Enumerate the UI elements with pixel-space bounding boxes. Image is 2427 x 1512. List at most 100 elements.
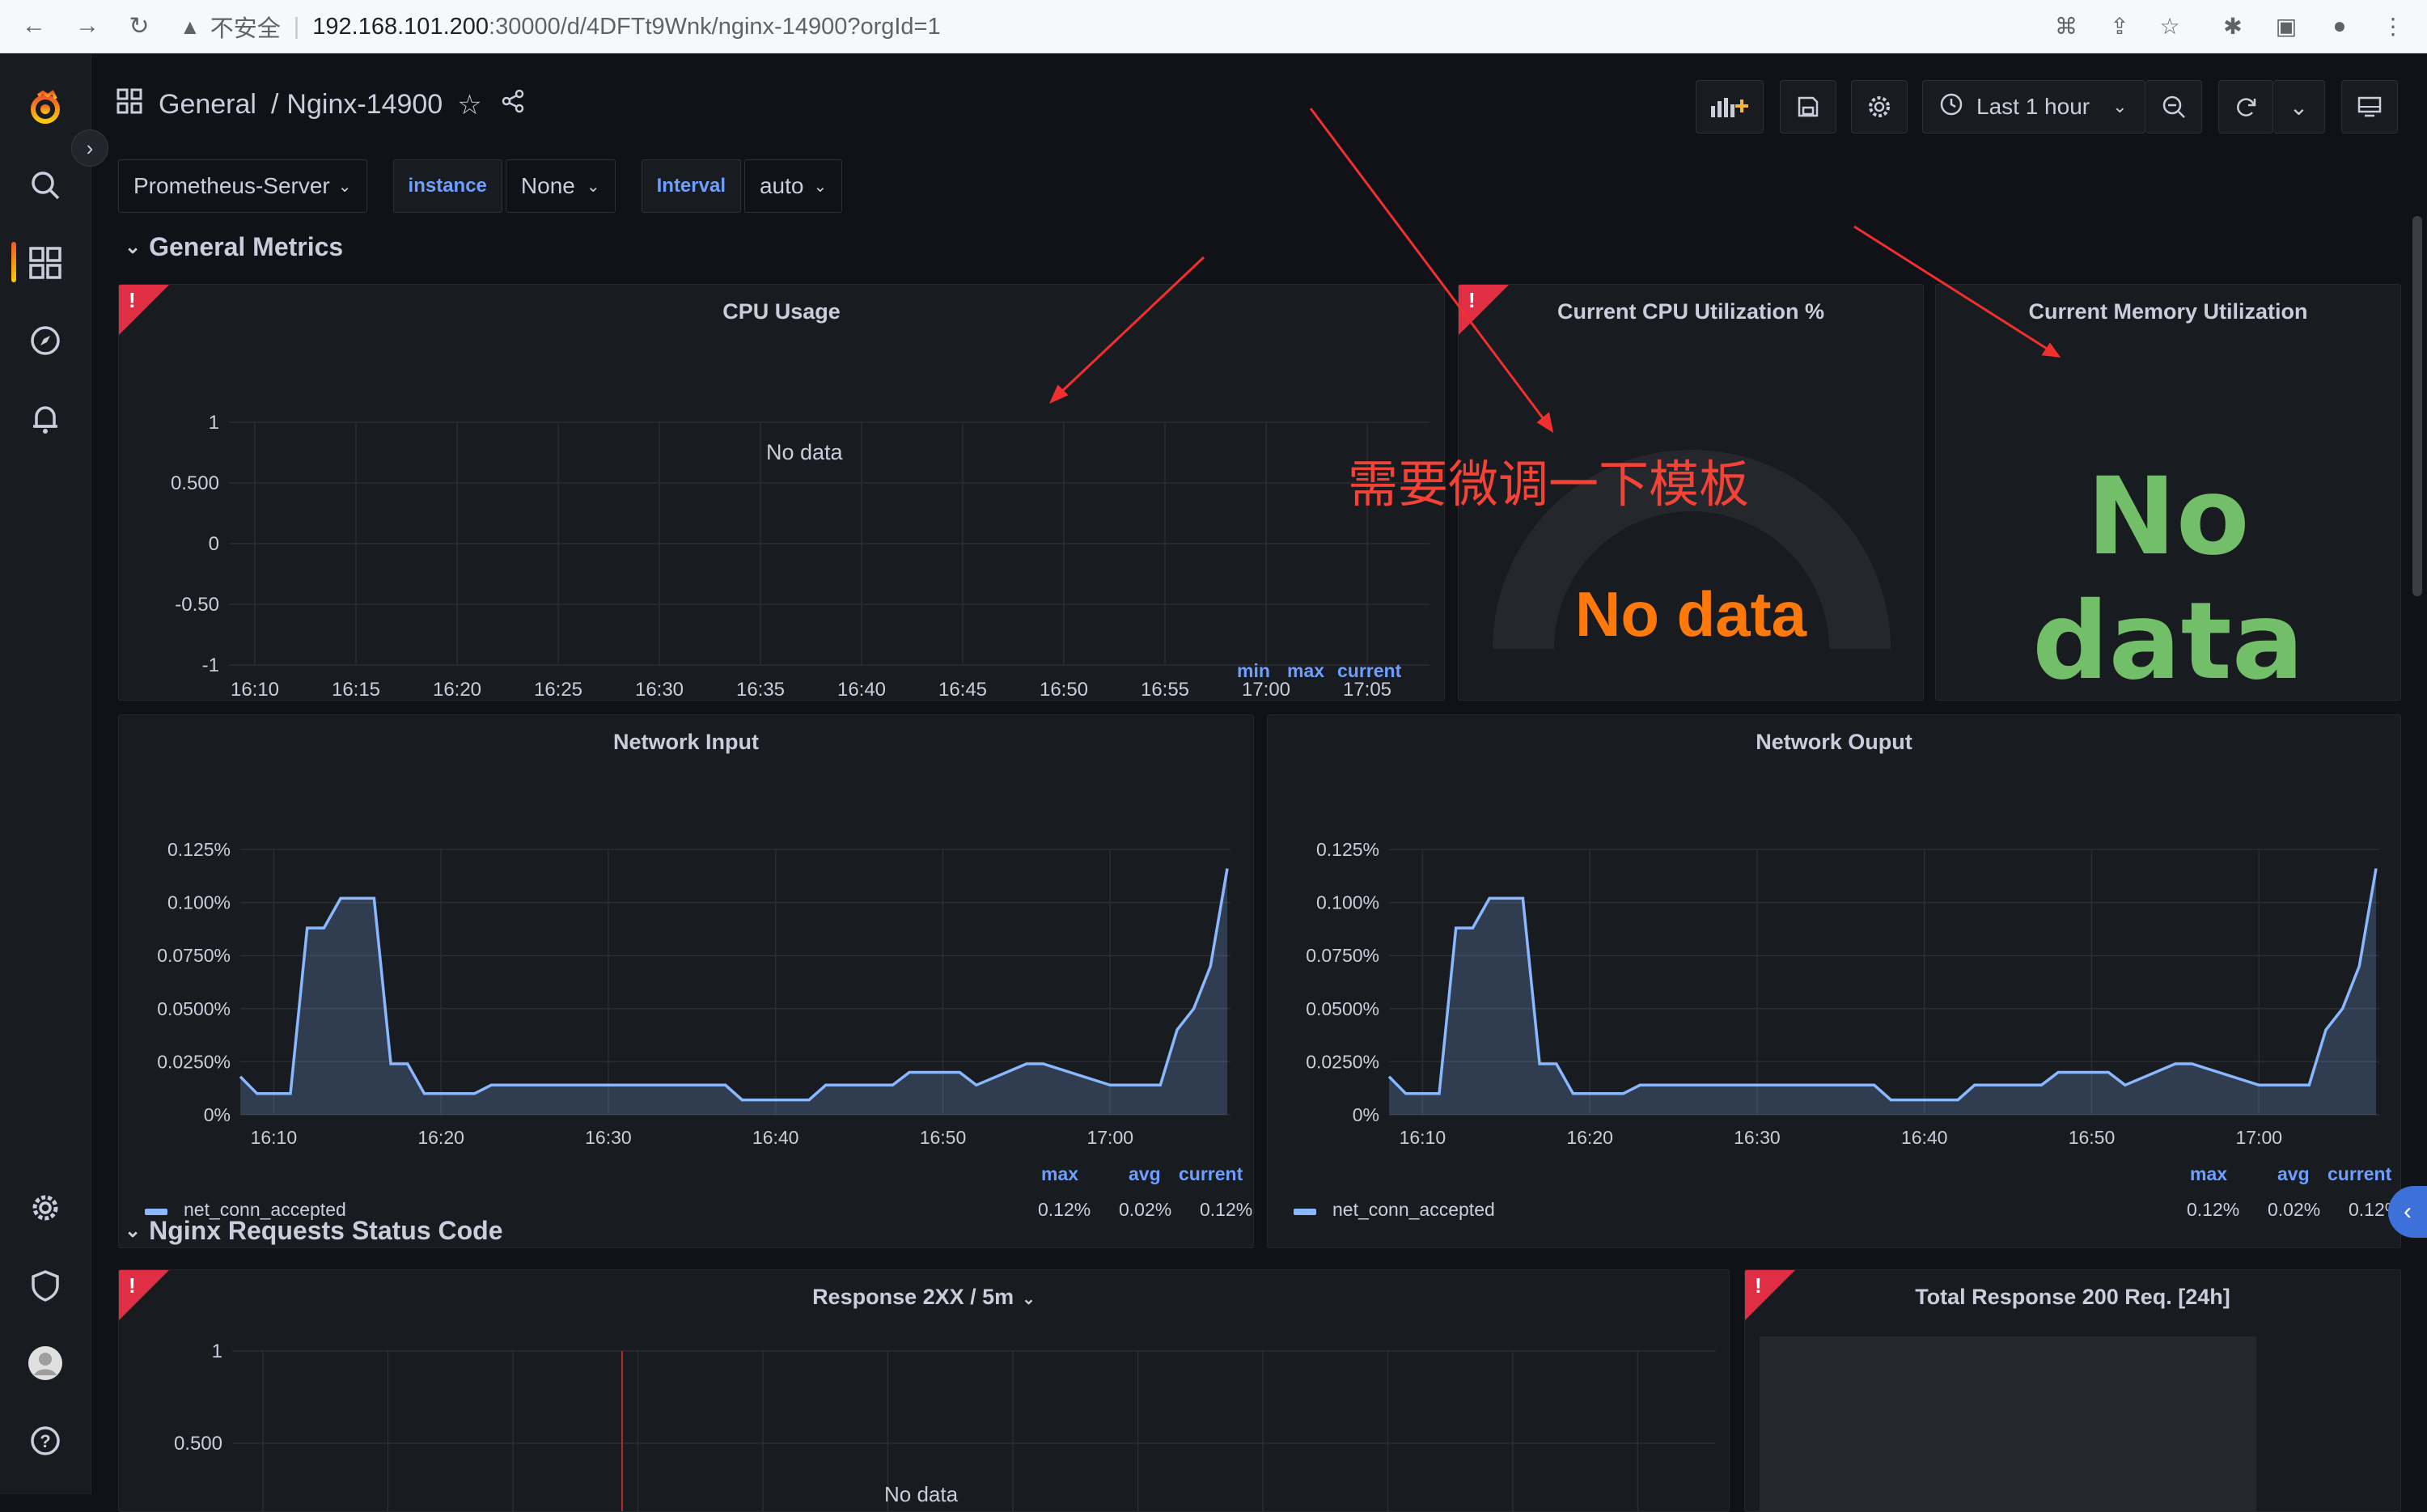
no-data-label: No data bbox=[884, 1482, 959, 1506]
panel-total-response-200[interactable]: ! Total Response 200 Req. [24h] bbox=[1744, 1269, 2401, 1512]
panel-network-output[interactable]: Network Ouput 0.125% 0.100% 0.0750% 0.0500%… bbox=[1267, 714, 2401, 1248]
translate-icon[interactable]: ⌘ bbox=[2047, 6, 2086, 45]
share-icon[interactable]: ⇪ bbox=[2100, 6, 2139, 45]
variables-bar: Prometheus-Server ⌄ instance None ⌄ Interv… bbox=[118, 159, 849, 213]
instance-select[interactable]: None ⌄ bbox=[505, 159, 616, 213]
interval-select[interactable]: auto ⌄ bbox=[743, 159, 843, 213]
y-tick-label: 0.500 bbox=[171, 472, 219, 494]
chevron-down-icon: ⌄ bbox=[2112, 96, 2128, 116]
panel-response-2xx[interactable]: ! Response 2XX / 5m ⌄ 1 0.500 No data bbox=[118, 1269, 1730, 1512]
x-tick-label: 16:30 bbox=[635, 679, 684, 701]
series-area bbox=[240, 868, 1227, 1115]
x-tick-label: 16:40 bbox=[837, 679, 886, 701]
y-tick-label: 0.500 bbox=[174, 1433, 222, 1455]
row-general-metrics[interactable]: ⌄ General Metrics bbox=[125, 232, 343, 262]
legend-avg[interactable]: avg bbox=[2277, 1163, 2310, 1185]
legend-max[interactable]: max bbox=[1041, 1163, 1078, 1185]
share-dashboard-icon[interactable] bbox=[500, 88, 526, 121]
tv-mode-icon[interactable] bbox=[2341, 80, 2398, 133]
forward-icon[interactable]: → bbox=[70, 8, 105, 44]
dashboards-icon[interactable] bbox=[23, 240, 68, 286]
stat-no-data: No data bbox=[2032, 455, 2304, 701]
user-avatar-icon[interactable] bbox=[23, 1340, 68, 1386]
x-tick-label: 16:50 bbox=[2069, 1127, 2116, 1148]
y-tick-label: 0.0500% bbox=[1306, 998, 1379, 1019]
row-nginx-status[interactable]: ⌄ Nginx Requests Status Code bbox=[125, 1216, 503, 1246]
address-bar[interactable]: ▲ 不安全 | 192.168.101.200:30000/d/4DFTt9Wn… bbox=[180, 5, 2427, 49]
breadcrumb-folder[interactable]: General bbox=[159, 89, 256, 121]
x-tick-label: 16:55 bbox=[1141, 679, 1189, 701]
url-host: 192.168.101.200 bbox=[312, 13, 489, 40]
add-panel-icon[interactable] bbox=[1696, 80, 1764, 133]
profile-icon[interactable]: ● bbox=[2320, 6, 2359, 45]
sidepanel-icon[interactable]: ▣ bbox=[2267, 6, 2306, 45]
svg-text:?: ? bbox=[40, 1431, 50, 1451]
legend-current[interactable]: current bbox=[1337, 660, 1401, 682]
refresh-interval-chevron-icon[interactable]: ⌄ bbox=[2273, 80, 2325, 133]
legend-value: 0.12% bbox=[2187, 1199, 2240, 1220]
x-tick-label: 16:30 bbox=[1734, 1127, 1781, 1148]
y-tick-label: 0.125% bbox=[1316, 839, 1379, 860]
series-area bbox=[1389, 868, 2376, 1115]
x-tick-label: 17:00 bbox=[1086, 1127, 1133, 1148]
menu-dots-icon[interactable]: ⋮ bbox=[2374, 6, 2412, 45]
panel-title[interactable]: Current Memory Utilization bbox=[1936, 299, 2400, 324]
y-tick-label: 0.0250% bbox=[157, 1051, 231, 1072]
interval-label: Interval bbox=[641, 159, 741, 213]
cpu-usage-chart: 1 0.500 0 -0.50 -1 16:10 16:15 16:20 16:25 16:30 1… bbox=[171, 412, 1430, 701]
y-tick-label: 0% bbox=[1353, 1104, 1379, 1125]
breadcrumb-dashboard[interactable]: Nginx-14900 bbox=[286, 89, 443, 121]
series-color-swatch bbox=[1294, 1209, 1316, 1215]
legend-series-name[interactable]: net_conn_accepted bbox=[1332, 1199, 1495, 1221]
side-menu: ? bbox=[0, 54, 91, 1494]
back-icon[interactable]: ← bbox=[16, 8, 52, 44]
y-tick-label: 0.0500% bbox=[157, 998, 231, 1019]
y-tick-label: 0% bbox=[204, 1104, 231, 1125]
alerting-bell-icon[interactable] bbox=[23, 396, 68, 441]
legend-max[interactable]: max bbox=[1287, 660, 1324, 682]
search-icon[interactable] bbox=[23, 163, 68, 208]
no-data-label: No data bbox=[766, 440, 843, 464]
x-tick-label: 17:00 bbox=[1242, 679, 1290, 701]
legend-max[interactable]: max bbox=[2190, 1163, 2227, 1185]
x-tick-label: 16:10 bbox=[251, 1127, 298, 1148]
dashboard-settings-gear-icon[interactable] bbox=[1851, 80, 1908, 133]
legend-min[interactable]: min bbox=[1237, 660, 1270, 682]
legend-value: 0.02% bbox=[2268, 1199, 2321, 1220]
x-tick-label: 16:50 bbox=[1040, 679, 1088, 701]
grafana-logo-icon[interactable] bbox=[23, 85, 68, 130]
explore-compass-icon[interactable] bbox=[23, 318, 68, 363]
y-tick-label: 0.100% bbox=[167, 892, 231, 913]
legend-current[interactable]: current bbox=[1179, 1163, 1243, 1185]
instance-label: instance bbox=[392, 159, 502, 213]
legend-avg[interactable]: avg bbox=[1129, 1163, 1161, 1185]
reload-icon[interactable]: ↻ bbox=[121, 8, 157, 44]
warning-icon: ▲ bbox=[180, 14, 201, 39]
datasource-select[interactable]: Prometheus-Server ⌄ bbox=[118, 159, 367, 213]
shield-icon[interactable] bbox=[23, 1263, 68, 1308]
bookmark-star-icon[interactable]: ☆ bbox=[2150, 6, 2189, 45]
scrollbar-thumb[interactable] bbox=[2412, 216, 2422, 596]
help-icon[interactable]: ? bbox=[23, 1418, 68, 1463]
panel-title[interactable]: Total Response 200 Req. [24h] bbox=[1745, 1285, 2400, 1310]
chevron-down-icon: ⌄ bbox=[125, 236, 142, 258]
y-tick-label: 1 bbox=[212, 1340, 222, 1362]
legend-value: 0.12% bbox=[1038, 1199, 1091, 1220]
x-tick-label: 17:00 bbox=[2235, 1127, 2282, 1148]
legend-current[interactable]: current bbox=[2327, 1163, 2391, 1185]
response-2xx-chart: 1 0.500 bbox=[174, 1340, 1716, 1511]
star-icon[interactable]: ☆ bbox=[457, 89, 481, 121]
extensions-icon[interactable]: ✱ bbox=[2213, 6, 2252, 45]
panel-network-input[interactable]: Network Input 0.125% 0.100% 0.0750% 0.0500%… bbox=[118, 714, 1254, 1248]
save-dashboard-icon[interactable] bbox=[1780, 80, 1836, 133]
x-tick-label: 16:45 bbox=[938, 679, 987, 701]
configuration-gear-icon[interactable] bbox=[23, 1185, 68, 1230]
zoom-out-icon[interactable] bbox=[2145, 80, 2202, 133]
panel-memory-utilization[interactable]: Current Memory Utilization No data bbox=[1935, 284, 2401, 701]
panel-cpu-usage[interactable]: ! CPU Usage 1 0.500 0 -0.50 -1 16:10 16:15 16:2… bbox=[118, 284, 1445, 701]
refresh-icon[interactable] bbox=[2218, 80, 2273, 133]
time-picker[interactable]: Last 1 hour ⌄ bbox=[1922, 80, 2145, 133]
x-tick-label: 16:15 bbox=[332, 679, 380, 701]
x-tick-label: 16:10 bbox=[231, 679, 279, 701]
x-tick-label: 16:30 bbox=[585, 1127, 632, 1148]
